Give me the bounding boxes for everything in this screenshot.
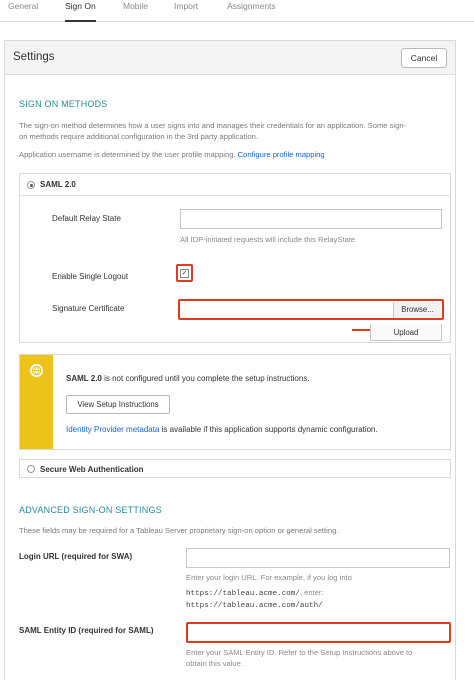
- settings-panel: Settings Cancel SIGN ON METHODS The sign…: [4, 40, 456, 680]
- saml-radio[interactable]: [27, 181, 35, 189]
- login-url-label: Login URL (required for SWA): [19, 552, 133, 561]
- tab-sign-on[interactable]: Sign On: [65, 0, 96, 22]
- upload-button[interactable]: Upload: [370, 324, 442, 341]
- relay-state-label: Default Relay State: [52, 214, 121, 223]
- tab-assignments[interactable]: Assignments: [227, 0, 276, 21]
- single-logout-checkbox[interactable]: ✓: [180, 269, 189, 278]
- cancel-button[interactable]: Cancel: [401, 48, 447, 68]
- login-url-example-2: https://tableau.acme.com/auth/: [186, 602, 323, 610]
- tab-general[interactable]: General: [8, 0, 38, 21]
- identity-provider-metadata-link[interactable]: Identity Provider metadata: [66, 425, 159, 434]
- advanced-description: These fields may be required for a Table…: [19, 526, 339, 535]
- setup-notice: SAML 2.0 is not configured until you com…: [19, 354, 451, 450]
- saml-method-box: SAML 2.0 Default Relay State All IDP-ini…: [19, 173, 451, 343]
- notice-message: SAML 2.0 is not configured until you com…: [66, 374, 310, 383]
- username-mapping-text: Application username is determined by th…: [19, 150, 325, 159]
- swa-radio[interactable]: [27, 465, 35, 473]
- browse-button[interactable]: Browse...: [393, 302, 441, 318]
- metadata-message: Identity Provider metadata is available …: [66, 425, 378, 434]
- settings-header: Settings Cancel: [5, 41, 455, 75]
- tab-mobile[interactable]: Mobile: [123, 0, 148, 21]
- swa-label: Secure Web Authentication: [40, 465, 144, 474]
- relay-state-input[interactable]: [180, 209, 442, 229]
- login-url-input[interactable]: [186, 548, 450, 568]
- saml-label: SAML 2.0: [40, 180, 76, 189]
- view-setup-instructions-button[interactable]: View Setup Instructions: [66, 395, 170, 414]
- saml-entity-id-input[interactable]: [189, 625, 448, 640]
- tab-import[interactable]: Import: [174, 0, 198, 21]
- swa-method-box: Secure Web Authentication: [19, 459, 451, 478]
- single-logout-label: Enable Single Logout: [52, 272, 129, 281]
- settings-title: Settings: [13, 51, 55, 63]
- signature-certificate-label: Signature Certificate: [52, 304, 125, 313]
- tab-bar: General Sign On Mobile Import Assignment…: [0, 0, 474, 22]
- advanced-settings-heading: ADVANCED SIGN-ON SETTINGS: [19, 505, 162, 515]
- login-url-hint: Enter your login URL. For example, if yo…: [186, 573, 352, 582]
- globe-icon: [30, 364, 43, 377]
- sign-on-methods-heading: SIGN ON METHODS: [19, 99, 108, 109]
- sign-on-description: The sign-on method determines how a user…: [19, 121, 407, 141]
- saml-entity-id-label: SAML Entity ID (required for SAML): [19, 626, 154, 635]
- configure-profile-mapping-link[interactable]: Configure profile mapping: [238, 150, 325, 159]
- relay-state-hint: All IDP-initiated requests will include …: [180, 235, 356, 244]
- saml-entity-id-hint: Enter your SAML Entity ID. Refer to the …: [186, 648, 413, 668]
- saml-option-row: SAML 2.0: [20, 174, 450, 196]
